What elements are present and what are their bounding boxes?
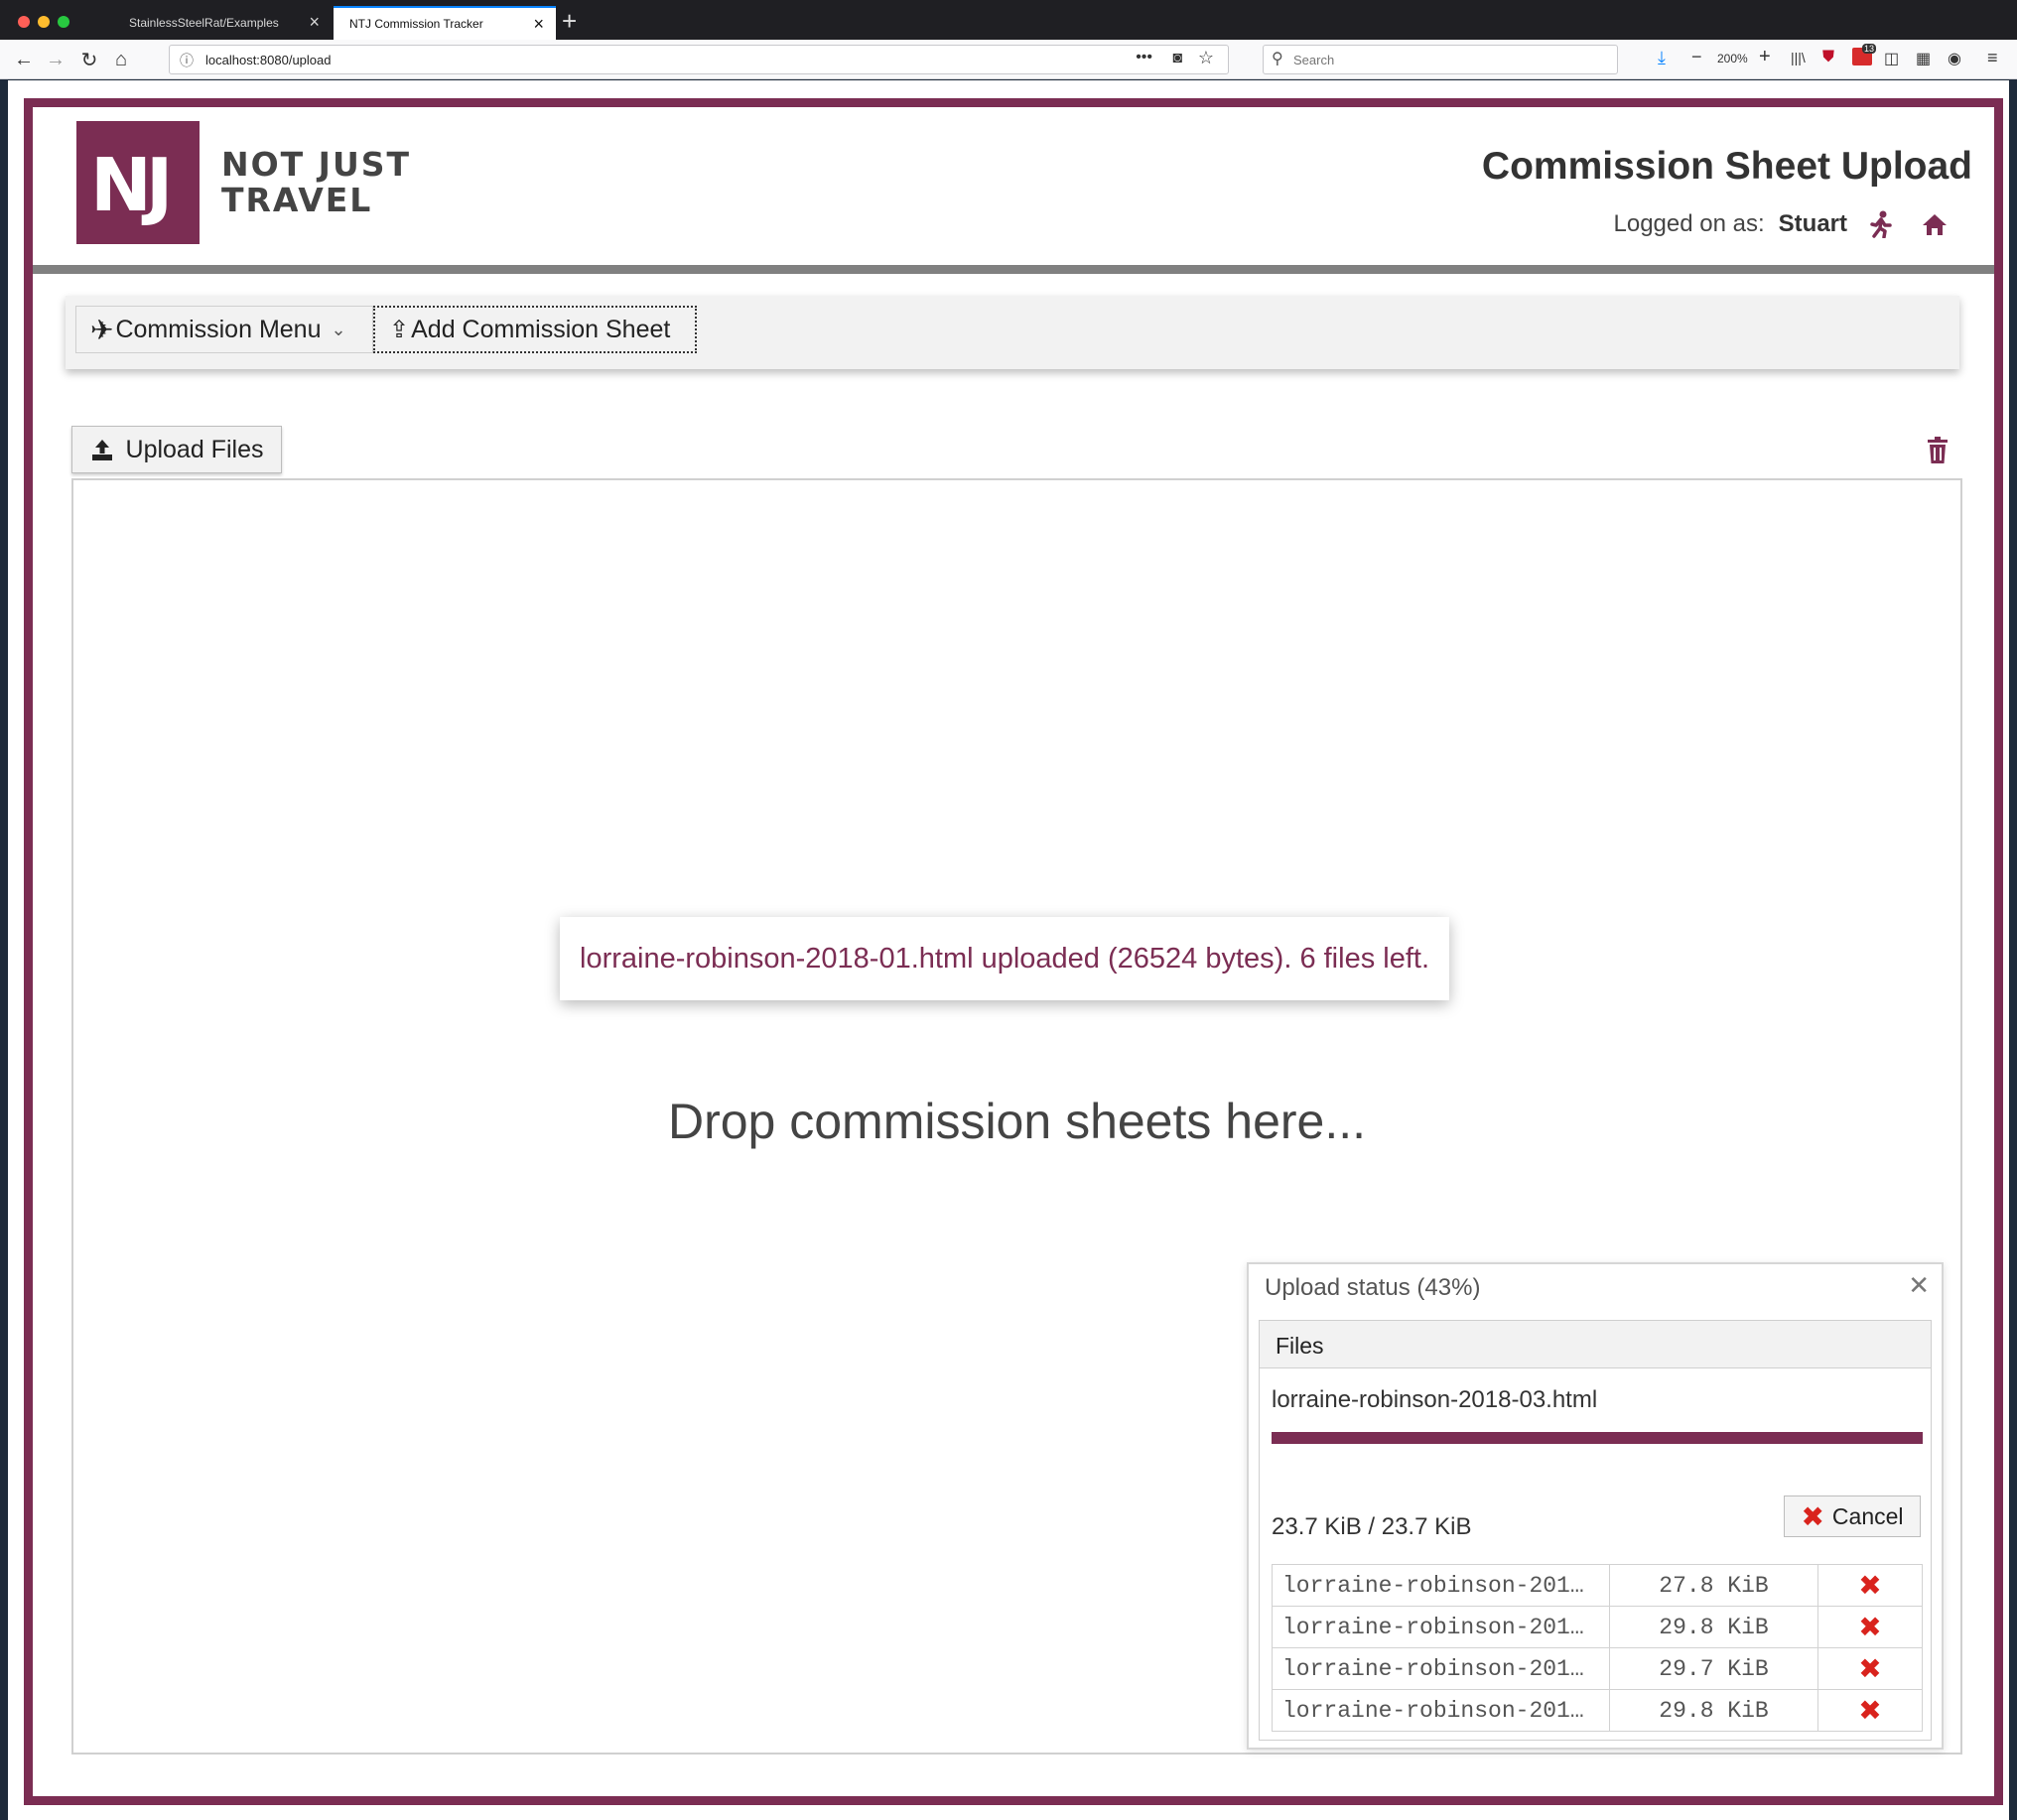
queue-file-name: lorraine-robinson-201…	[1272, 1689, 1610, 1732]
window-zoom-dot[interactable]	[58, 16, 69, 28]
chevron-down-icon: ⌄	[331, 319, 346, 339]
url-text: localhost:8080/upload	[205, 53, 332, 67]
tab-label: NTJ Commission Tracker	[349, 17, 483, 31]
plane-icon: ✈	[90, 313, 114, 346]
queue-file-size: 29.7 KiB	[1609, 1647, 1818, 1690]
tab-commission-tracker[interactable]: NTJ Commission Tracker ×	[334, 6, 556, 40]
upload-files-label: Upload Files	[125, 435, 264, 463]
login-info: Logged on as: Stuart	[1614, 208, 1954, 240]
table-row: lorraine-robinson-201… 27.8 KiB ✖	[1272, 1564, 1923, 1607]
menu-bar: ✈ Commission Menu ⌄ ⇪ Add Commission She…	[66, 296, 1959, 369]
pocket-icon[interactable]: ◙	[1172, 50, 1182, 67]
info-icon[interactable]: ⓘ	[180, 51, 194, 70]
upload-icon	[91, 440, 112, 460]
search-icon: ⚲	[1272, 51, 1283, 67]
current-file-name: lorraine-robinson-2018-03.html	[1272, 1386, 1598, 1413]
upload-queue-table: lorraine-robinson-201… 27.8 KiB ✖ lorrai…	[1272, 1564, 1923, 1732]
upload-icon: ⇪	[389, 316, 410, 343]
upload-files-button[interactable]: Upload Files	[71, 426, 282, 473]
app-header: NJ NOT JUST TRAVEL Commission Sheet Uplo…	[33, 107, 1994, 274]
queue-file-name: lorraine-robinson-201…	[1272, 1564, 1610, 1607]
window-minimize-dot[interactable]	[38, 16, 50, 28]
cancel-x-icon: ✖	[1801, 1499, 1824, 1533]
extension-badge-count: 13	[1862, 44, 1877, 54]
forward-icon[interactable]: →	[42, 46, 69, 73]
logo-line-2: TRAVEL	[221, 181, 373, 219]
reload-icon[interactable]: ↻	[75, 46, 103, 73]
tab-label: StainlessSteelRat/Examples	[129, 16, 279, 30]
logo-mark: NJ	[90, 143, 174, 228]
app-frame: NJ NOT JUST TRAVEL Commission Sheet Uplo…	[24, 98, 2003, 1805]
logged-on-label: Logged on as:	[1613, 210, 1765, 237]
remove-file-icon[interactable]: ✖	[1858, 1694, 1881, 1727]
upload-size-text: 23.7 KiB / 23.7 KiB	[1272, 1513, 1472, 1540]
zoom-level[interactable]: 200%	[1717, 52, 1748, 65]
sidebar-icon[interactable]: ◫	[1884, 49, 1899, 68]
search-bar[interactable]: ⚲	[1263, 45, 1618, 74]
page-title: Commission Sheet Upload	[1481, 145, 1972, 188]
queue-file-name: lorraine-robinson-201…	[1272, 1647, 1610, 1690]
window-close-dot[interactable]	[18, 16, 30, 28]
trash-icon[interactable]	[1923, 433, 1952, 468]
remove-file-icon[interactable]: ✖	[1858, 1569, 1881, 1602]
page-viewport: NJ NOT JUST TRAVEL Commission Sheet Uplo…	[8, 80, 2009, 1820]
files-header: Files	[1260, 1321, 1931, 1368]
upload-status-panel: Upload status (43%) ✕ Files lorraine-rob…	[1247, 1262, 1944, 1750]
user-name: Stuart	[1778, 210, 1847, 237]
download-icon[interactable]: ⤓	[1658, 48, 1666, 68]
table-row: lorraine-robinson-201… 29.8 KiB ✖	[1272, 1606, 1923, 1648]
ublock-icon[interactable]: ⛊	[1822, 49, 1834, 66]
commission-menu-button[interactable]: ✈ Commission Menu ⌄	[75, 306, 373, 353]
new-tab-icon[interactable]: +	[562, 6, 577, 36]
home-icon[interactable]: ⌂	[107, 46, 135, 73]
add-commission-sheet-label: Add Commission Sheet	[411, 315, 671, 343]
extensions-grid-icon[interactable]: ▦	[1916, 49, 1931, 68]
files-box: Files lorraine-robinson-2018-03.html 23.…	[1259, 1320, 1932, 1741]
cancel-button[interactable]: ✖ Cancel	[1784, 1495, 1921, 1537]
cancel-label: Cancel	[1831, 1502, 1904, 1529]
queue-file-size: 29.8 KiB	[1609, 1689, 1818, 1732]
browser-tab-bar: StainlessSteelRat/Examples × NTJ Commiss…	[0, 0, 2017, 40]
zoom-in-icon[interactable]: +	[1759, 46, 1771, 68]
library-icon[interactable]: |||\	[1791, 50, 1806, 65]
home-icon[interactable]	[1915, 208, 1954, 240]
zoom-out-icon[interactable]: −	[1691, 47, 1702, 67]
logo-wordmark: NOT JUST TRAVEL	[221, 147, 411, 218]
commission-menu-label: Commission Menu	[115, 315, 322, 343]
queue-file-size: 27.8 KiB	[1609, 1564, 1818, 1607]
page-actions-icon[interactable]: •••	[1136, 49, 1152, 66]
header-divider	[33, 265, 1994, 274]
upload-status-title: Upload status (43%)	[1265, 1274, 1481, 1301]
upload-toast: lorraine-robinson-2018-01.html uploaded …	[560, 917, 1449, 1000]
table-row: lorraine-robinson-201… 29.7 KiB ✖	[1272, 1647, 1923, 1690]
bookmark-star-icon[interactable]: ☆	[1198, 48, 1214, 68]
back-icon[interactable]: ←	[10, 46, 38, 73]
account-icon[interactable]: ◉	[1948, 49, 1961, 68]
browser-nav-bar: ← → ↻ ⌂ ⓘ localhost:8080/upload ••• ◙ ☆ …	[0, 40, 2017, 79]
upload-progress-fill	[1272, 1432, 1923, 1444]
drop-zone-text: Drop commission sheets here...	[667, 1094, 1367, 1149]
queue-file-name: lorraine-robinson-201…	[1272, 1606, 1610, 1648]
remove-file-icon[interactable]: ✖	[1858, 1652, 1881, 1685]
add-commission-sheet-button[interactable]: ⇪ Add Commission Sheet	[373, 306, 697, 353]
tab-close-icon[interactable]: ×	[533, 15, 544, 33]
tab-examples[interactable]: StainlessSteelRat/Examples ×	[113, 6, 332, 40]
queue-file-size: 29.8 KiB	[1609, 1606, 1818, 1648]
logo[interactable]: NJ	[76, 121, 200, 244]
table-row: lorraine-robinson-201… 29.8 KiB ✖	[1272, 1689, 1923, 1732]
hamburger-menu-icon[interactable]: ≡	[1987, 48, 1998, 68]
upload-progress-bar	[1272, 1432, 1923, 1444]
tab-close-icon[interactable]: ×	[309, 13, 320, 31]
close-icon[interactable]: ✕	[1908, 1270, 1930, 1301]
remove-file-icon[interactable]: ✖	[1858, 1611, 1881, 1643]
logo-line-1: NOT JUST	[221, 145, 412, 184]
logout-runner-icon[interactable]	[1861, 208, 1901, 240]
url-bar[interactable]: ⓘ localhost:8080/upload ••• ◙ ☆	[169, 45, 1229, 74]
search-input[interactable]	[1293, 50, 1591, 69]
